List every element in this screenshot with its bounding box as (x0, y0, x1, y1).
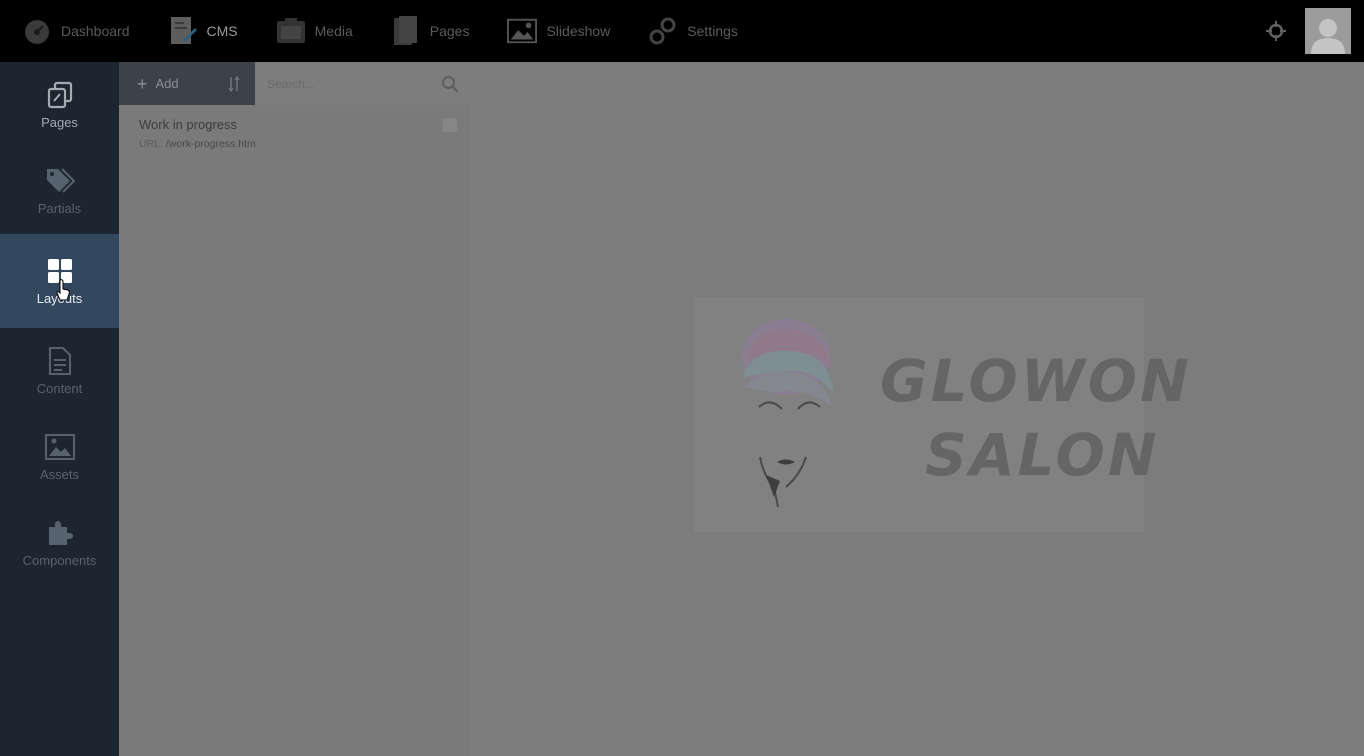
list-toolbar: + Add (119, 62, 471, 105)
list-item-url: URL: /work-progress.htm (139, 138, 451, 150)
pages-icon (391, 16, 421, 46)
nav-dashboard-label: Dashboard (61, 23, 130, 39)
sidebar-item-partials[interactable]: Partials (0, 148, 119, 234)
nav-pages-label: Pages (429, 23, 470, 39)
sidebar-item-content-label: Content (36, 381, 83, 396)
user-silhouette-icon (1311, 19, 1345, 54)
sidebar-item-components-label: Components (22, 553, 97, 568)
document-icon (45, 346, 75, 376)
url-label: URL: (139, 138, 163, 150)
list-item-title: Work in progress (139, 117, 238, 132)
sidebar-item-pages-label: Pages (41, 115, 78, 130)
sort-icon (227, 75, 240, 92)
image-icon (44, 432, 75, 462)
nav-slideshow-label: Slideshow (546, 23, 611, 39)
topbar-right (1263, 0, 1364, 62)
nav-cms[interactable]: CMS (146, 0, 254, 62)
sidebar-item-assets[interactable]: Assets (0, 414, 119, 500)
search-input[interactable] (255, 62, 471, 105)
sidebar-item-content[interactable]: Content (0, 328, 119, 414)
slideshow-image-icon (507, 16, 538, 46)
nav-media-label: Media (314, 23, 353, 39)
list-item[interactable]: Work in progress URL: /work-progress.htm (119, 105, 471, 160)
nav-pages[interactable]: Pages (369, 0, 486, 62)
brand-name-line1: GLOWON (880, 347, 1192, 415)
nav-settings[interactable]: Settings (626, 0, 754, 62)
nav-slideshow[interactable]: Slideshow (485, 0, 626, 62)
sidebar-item-assets-label: Assets (39, 467, 79, 482)
brand-name-line2: SALON (925, 421, 1160, 489)
cms-sidebar: Pages Partials Layouts Content Assets Co… (0, 62, 119, 756)
nav-media[interactable]: Media (254, 0, 369, 62)
puzzle-icon (45, 518, 75, 548)
layouts-list-panel: + Add Work in progress URL: /work-progre… (119, 62, 472, 756)
list-item-checkbox[interactable] (443, 118, 457, 132)
nav-dashboard[interactable]: Dashboard (0, 0, 146, 62)
hand-pointer-cursor-icon (56, 279, 70, 301)
media-icon (276, 16, 306, 46)
sort-button[interactable] (212, 62, 255, 105)
user-avatar[interactable] (1305, 8, 1351, 54)
pages-copy-icon (45, 80, 75, 110)
sidebar-item-pages[interactable]: Pages (0, 62, 119, 148)
top-navigation-bar: Dashboard CMS Media Pages Slideshow Sett… (0, 0, 1364, 62)
dashboard-gauge-icon (22, 16, 52, 46)
cms-icon (168, 16, 198, 46)
plus-icon: + (137, 73, 148, 94)
settings-gears-icon (648, 16, 678, 46)
search-icon[interactable] (441, 75, 459, 93)
sidebar-item-partials-label: Partials (37, 201, 82, 216)
nav-cms-label: CMS (206, 23, 238, 39)
url-value: /work-progress.htm (165, 138, 256, 150)
crosshair-icon[interactable] (1263, 18, 1289, 44)
sidebar-item-components[interactable]: Components (0, 500, 119, 586)
add-button-label: Add (155, 76, 179, 91)
tags-icon (45, 166, 75, 196)
search-box (255, 62, 471, 105)
add-button[interactable]: + Add (119, 62, 212, 105)
nav-settings-label: Settings (687, 23, 738, 39)
